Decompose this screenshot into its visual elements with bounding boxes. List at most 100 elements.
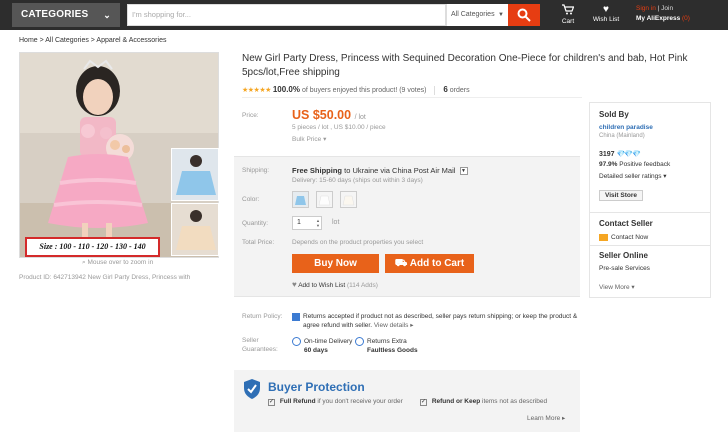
zoom-hint-text: Mouse over to zoom in — [87, 259, 154, 266]
contact-seller-heading: Contact Seller — [599, 219, 653, 228]
breadcrumb[interactable]: Home > All Categories > Apparel & Access… — [19, 37, 166, 44]
mail-icon — [599, 234, 608, 241]
cart-icon: ⛟ — [394, 258, 408, 269]
free-shipping-text: Free Shipping — [292, 166, 343, 175]
seller-country: China (Mainland) — [599, 133, 645, 139]
guarantee-ontime[interactable]: On-time Delivery 60 days — [292, 337, 352, 355]
bulk-price-link[interactable]: Bulk Price ▾ — [292, 135, 326, 143]
thumbnail-photo-blue — [172, 149, 218, 200]
feedback-percent: 97.9% — [599, 161, 618, 168]
rating-stars: ★★★★★ — [242, 87, 271, 94]
thumbnail-image[interactable] — [171, 148, 219, 201]
seller-name-link[interactable]: children paradise — [599, 124, 653, 131]
spinner-arrows-icon[interactable]: ▲ ▼ — [316, 218, 320, 228]
caret-down-icon: ▼ — [498, 12, 504, 18]
product-id: Product ID: 642713942 New Girl Party Dre… — [19, 274, 191, 281]
search-category-select[interactable]: All Categories ▼ — [446, 4, 508, 26]
heart-icon: ♥ — [603, 4, 609, 15]
shipping-dropdown-button[interactable]: ▼ — [459, 167, 468, 176]
join-link[interactable]: | Join — [658, 5, 673, 12]
cart-label: Cart — [561, 18, 575, 25]
top-bar: CATEGORIES ⌄ I'm shopping for... All Cat… — [0, 0, 728, 30]
quantity-stepper[interactable]: 1 ▲ ▼ — [292, 216, 322, 230]
return-policy-icon — [292, 313, 300, 321]
price-unit: / lot — [354, 114, 366, 121]
add-to-wishlist-label: Add to Wish List — [298, 282, 346, 289]
divider — [434, 85, 436, 95]
my-aliexpress-count: (0) — [682, 15, 690, 22]
shield-icon — [244, 379, 260, 399]
color-swatch[interactable] — [340, 191, 357, 208]
seller-score-value: 3197 — [599, 151, 615, 158]
price-value: US $50.00 / lot — [292, 108, 366, 122]
size-overlay-label: Size : 100 - 110 - 120 - 130 - 140 — [25, 237, 160, 257]
wishlist-button[interactable]: ♥ Wish List — [588, 4, 624, 28]
return-policy-text: Returns accepted if product not as descr… — [303, 312, 581, 330]
delivery-estimate: Delivery: 15-60 days (ships out within 3… — [292, 177, 423, 184]
heart-icon: ♥ — [292, 280, 297, 289]
shipping-destination: to Ukraine via China Post Air Mail — [344, 166, 456, 175]
rating-row: ★★★★★ 100.0% of buyers enjoyed this prod… — [242, 85, 470, 95]
contact-now-link[interactable]: Contact Now — [599, 234, 648, 241]
search-icon — [517, 8, 531, 22]
shipping-label: Shipping: — [242, 167, 270, 174]
magnifier-icon: ⌕ — [82, 259, 86, 266]
zoom-hint: ⌕ Mouse over to zoom in — [82, 259, 153, 267]
divider — [590, 212, 710, 213]
shipping-info: Free Shipping to Ukraine via China Post … — [292, 166, 468, 176]
product-title: New Girl Party Dress, Princess with Sequ… — [242, 53, 688, 78]
check-icon: ✓ — [420, 399, 427, 406]
quantity-value: 1 — [297, 219, 301, 226]
seller-guarantees-label: Seller Guarantees: — [242, 337, 278, 353]
learn-more-link[interactable]: Learn More ▸ — [527, 414, 565, 422]
color-label: Color: — [242, 196, 260, 203]
thumbnail-photo-peach — [172, 204, 218, 255]
visit-store-button[interactable]: Visit Store — [599, 190, 643, 201]
guarantee-returns[interactable]: Returns Extra Faultless Goods — [355, 337, 418, 355]
positive-feedback: 97.9% Positive feedback — [599, 161, 670, 168]
cart-icon — [562, 4, 575, 15]
add-to-wishlist-link[interactable]: ♥ Add to Wish List (114 Adds) — [292, 280, 378, 289]
cart-button[interactable]: Cart — [556, 4, 580, 28]
full-refund-bold: Full Refund — [279, 398, 316, 405]
add-to-cart-button[interactable]: ⛟ Add to Cart — [385, 254, 474, 273]
seller-score[interactable]: 3197 💎💎💎 — [599, 150, 641, 158]
rating-text[interactable]: of buyers enjoyed this product! (9 votes… — [302, 87, 427, 94]
color-swatch[interactable] — [292, 191, 309, 208]
buyer-protection-title: Buyer Protection — [268, 380, 365, 394]
total-price-text: Depends on the product properties you se… — [292, 239, 424, 246]
return-policy-body: Returns accepted if product not as descr… — [303, 313, 578, 329]
view-details-link[interactable]: View details ▸ — [374, 322, 414, 329]
signin-link[interactable]: Sign in — [636, 5, 656, 12]
buy-now-button[interactable]: Buy Now — [292, 254, 379, 273]
seller-ratings-link[interactable]: Detailed seller ratings ▾ — [599, 172, 667, 180]
divider — [590, 245, 710, 246]
color-swatch[interactable] — [316, 191, 333, 208]
return-policy-label: Return Policy: — [242, 313, 283, 320]
refund-or-keep-text: items not as described — [482, 398, 548, 405]
color-swatch-blue — [293, 192, 308, 207]
search-button[interactable] — [508, 4, 540, 26]
diamond-icon: 💎💎💎 — [616, 151, 641, 158]
full-refund-item: ✓ Full Refund if you don't receive your … — [268, 398, 403, 406]
orders-label: orders — [449, 87, 470, 94]
clock-icon — [292, 337, 301, 346]
refund-or-keep-bold: Refund or Keep — [431, 398, 481, 405]
account-menu[interactable]: Sign in | Join My AliExpress (0) — [636, 4, 724, 24]
presale-services-link[interactable]: Pre-sale Services — [599, 265, 650, 272]
search-input[interactable]: I'm shopping for... — [127, 4, 446, 26]
color-swatch-cream — [341, 192, 356, 207]
view-more-link[interactable]: View More ▾ — [599, 283, 635, 291]
thumbnail-image[interactable] — [171, 203, 219, 256]
color-swatch-white — [317, 192, 332, 207]
ontime-title: On-time Delivery — [304, 338, 353, 345]
price-label: Price: — [242, 112, 259, 119]
refund-or-keep-item: ✓ Refund or Keep items not as described — [420, 398, 547, 406]
divider — [242, 97, 582, 98]
total-price-label: Total Price: — [242, 239, 275, 246]
categories-button[interactable]: CATEGORIES ⌄ — [12, 3, 120, 27]
full-refund-text: if you don't receive your order — [317, 398, 403, 405]
returns-value: Faultless Goods — [367, 347, 418, 354]
my-aliexpress-link[interactable]: My AliExpress — [636, 15, 680, 22]
wishlist-label: Wish List — [592, 16, 620, 23]
